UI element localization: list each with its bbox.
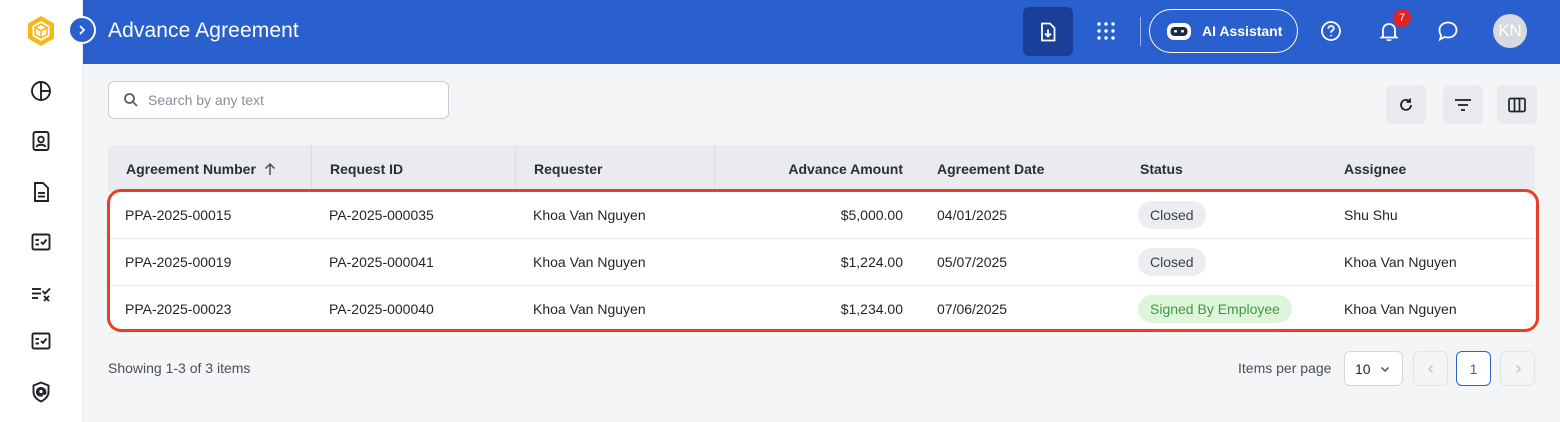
columns-icon	[1508, 97, 1526, 112]
cell-agreement-date: 04/01/2025	[937, 207, 1008, 223]
chevron-right-icon	[1515, 364, 1521, 373]
table-header: Agreement Number Request ID Requester Ad…	[108, 145, 1535, 192]
cell-agreement-number: PPA-2025-00019	[125, 254, 232, 270]
column-header-label: Requester	[534, 160, 603, 177]
robot-icon	[1167, 23, 1191, 40]
filter-button[interactable]	[1443, 85, 1483, 124]
contact-book-icon[interactable]	[27, 127, 55, 155]
chevron-down-icon	[1380, 366, 1389, 372]
download-file-icon	[1041, 22, 1056, 41]
columns-button[interactable]	[1497, 85, 1537, 124]
ai-assistant-label: AI Assistant	[1202, 23, 1283, 39]
sort-ascending-icon	[264, 162, 275, 175]
user-avatar[interactable]: KN	[1493, 14, 1527, 48]
column-header-label: Request ID	[330, 160, 404, 177]
apps-grid-icon	[1097, 22, 1115, 40]
cell-agreement-number: PPA-2025-00015	[125, 207, 232, 223]
cell-assignee: Shu Shu	[1344, 207, 1398, 223]
cell-requester: Khoa Van Nguyen	[533, 207, 646, 223]
cell-advance-amount: $1,234.00	[840, 301, 903, 317]
showing-items-text: Showing 1-3 of 3 items	[108, 360, 251, 376]
column-header-label: Advance Amount	[788, 160, 903, 177]
ai-assistant-button[interactable]: AI Assistant	[1149, 9, 1298, 53]
table-row[interactable]: PPA-2025-00023 PA-2025-000040 Khoa Van N…	[108, 286, 1535, 333]
top-header: Advance Agreement AI Assistant 7 KN	[83, 0, 1560, 64]
cell-agreement-date: 07/06/2025	[937, 301, 1008, 317]
next-page-button[interactable]	[1500, 351, 1535, 386]
refresh-icon	[1400, 98, 1412, 111]
chat-button[interactable]	[1435, 18, 1461, 44]
cell-advance-amount: $5,000.00	[840, 207, 903, 223]
cell-assignee: Khoa Van Nguyen	[1344, 301, 1457, 317]
at-shield-icon[interactable]	[27, 378, 55, 406]
column-header-agreement-date[interactable]: Agreement Date	[921, 145, 1125, 192]
column-header-request-id[interactable]: Request ID	[312, 145, 516, 192]
download-button[interactable]	[1023, 7, 1073, 56]
refresh-button[interactable]	[1386, 85, 1426, 124]
document-icon[interactable]	[27, 178, 55, 206]
apps-grid-button[interactable]	[1094, 18, 1118, 44]
cell-agreement-date: 05/07/2025	[937, 254, 1008, 270]
column-header-requester[interactable]: Requester	[516, 145, 715, 192]
filter-icon	[1455, 98, 1471, 111]
cell-assignee: Khoa Van Nguyen	[1344, 254, 1457, 270]
items-per-page-select[interactable]: 10	[1344, 351, 1403, 386]
column-header-label: Status	[1140, 160, 1183, 177]
cell-advance-amount: $1,224.00	[840, 254, 903, 270]
status-badge: Signed By Employee	[1138, 295, 1292, 323]
column-header-assignee[interactable]: Assignee	[1329, 145, 1535, 192]
cell-request-id: PA-2025-000041	[329, 254, 434, 270]
column-header-status[interactable]: Status	[1125, 145, 1329, 192]
cell-status: Closed	[1125, 239, 1329, 285]
cell-status: Signed By Employee	[1125, 286, 1329, 332]
agreements-table: Agreement Number Request ID Requester Ad…	[108, 145, 1535, 333]
pie-chart-icon[interactable]	[27, 77, 55, 105]
search-icon	[124, 93, 138, 107]
cell-requester: Khoa Van Nguyen	[533, 254, 646, 270]
items-per-page-value: 10	[1355, 360, 1371, 377]
cell-request-id: PA-2025-000040	[329, 301, 434, 317]
task-list-icon[interactable]	[27, 279, 55, 307]
header-divider	[1140, 17, 1141, 46]
column-header-label: Agreement Date	[937, 160, 1045, 177]
column-header-label: Assignee	[1344, 160, 1407, 177]
sidebar-expand-button[interactable]	[68, 16, 96, 44]
cell-agreement-number: PPA-2025-00023	[125, 301, 232, 317]
search-input[interactable]	[148, 92, 428, 108]
chevron-right-icon	[79, 25, 86, 35]
table-row[interactable]: PPA-2025-00015 PA-2025-000035 Khoa Van N…	[108, 192, 1535, 239]
column-header-label: Agreement Number	[126, 160, 256, 177]
status-badge: Closed	[1138, 248, 1206, 276]
notification-count-badge: 7	[1393, 9, 1411, 27]
chat-bubble-icon	[1438, 21, 1458, 42]
sidebar	[0, 0, 83, 422]
table-row[interactable]: PPA-2025-00019 PA-2025-000041 Khoa Van N…	[108, 239, 1535, 286]
app-logo[interactable]	[24, 14, 58, 48]
column-header-agreement-number[interactable]: Agreement Number	[108, 145, 312, 192]
cell-request-id: PA-2025-000035	[329, 207, 434, 223]
page-number-button[interactable]: 1	[1456, 351, 1491, 386]
page-title: Advance Agreement	[108, 19, 299, 42]
status-badge: Closed	[1138, 201, 1206, 229]
help-button[interactable]	[1318, 18, 1344, 44]
help-circle-icon	[1321, 21, 1341, 41]
checklist-icon[interactable]	[27, 228, 55, 256]
items-per-page-label: Items per page	[1238, 360, 1332, 376]
search-box[interactable]	[108, 81, 449, 119]
cell-requester: Khoa Van Nguyen	[533, 301, 646, 317]
chevron-left-icon	[1427, 364, 1433, 373]
approval-list-icon[interactable]	[27, 327, 55, 355]
previous-page-button[interactable]	[1413, 351, 1448, 386]
cell-status: Closed	[1125, 192, 1329, 238]
column-header-advance-amount[interactable]: Advance Amount	[715, 145, 921, 192]
